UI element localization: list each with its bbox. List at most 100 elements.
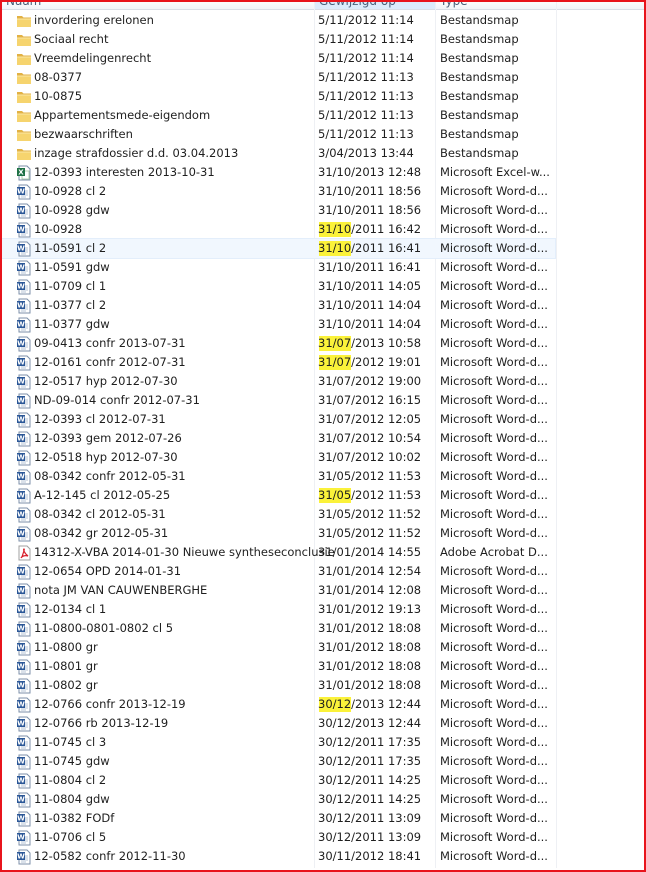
file-modified-date: 31/05/2012 11:53 — [318, 488, 422, 502]
file-type: Microsoft Word-d... — [440, 811, 548, 825]
file-row[interactable]: W A-12-145 cl 2012-05-25 31/05/2012 11:53 M… — [2, 486, 644, 505]
word-icon: W — [16, 754, 32, 770]
file-row[interactable]: W 11-0804 cl 2 30/12/2011 14:25 Microsoft W… — [2, 771, 644, 790]
svg-text:W: W — [17, 188, 25, 196]
file-type: Microsoft Word-d... — [440, 678, 548, 692]
file-row[interactable]: W 11-0801 gr 31/01/2012 18:08 Microsoft Wor… — [2, 657, 644, 676]
file-row[interactable]: W 12-0517 hyp 2012-07-30 31/07/2012 19:00 M… — [2, 372, 644, 391]
file-name: 11-0800-0801-0802 cl 5 — [34, 621, 174, 635]
file-row[interactable]: W 12-0582 confr 2012-11-30 30/11/2012 18:4… — [2, 847, 644, 866]
file-row[interactable]: X 12-0393 interesten 2013-10-31 31/10/2013… — [2, 163, 644, 182]
file-name: 10-0928 — [34, 222, 83, 236]
file-row[interactable]: W 11-0802 gr 31/01/2012 18:08 Microsoft Wor… — [2, 676, 644, 695]
svg-text:W: W — [17, 416, 25, 424]
file-row[interactable]: W 08-0342 cl 2012-05-31 31/05/2012 11:52 Mi… — [2, 505, 644, 524]
file-name: 11-0709 cl 1 — [34, 279, 107, 293]
file-row[interactable]: Wnota JM VAN CAUWENBERGHE 31/01/2014 12:0… — [2, 581, 644, 600]
file-row[interactable]: W 10-0928 gdw 31/10/2011 18:56 Microsoft Wo… — [2, 201, 644, 220]
file-modified-date: 30/12/2011 14:25 — [318, 792, 422, 806]
file-row[interactable]: W 11-0377 gdw 31/10/2011 14:04 Microsoft Wo… — [2, 315, 644, 334]
file-name: 11-0804 gdw — [34, 792, 110, 806]
file-name: invordering erelonen — [34, 13, 154, 27]
file-name: 11-0591 gdw — [34, 260, 110, 274]
file-row[interactable]: W 11-0382 FODf 30/12/2011 13:09 Microsoft W… — [2, 809, 644, 828]
folder-icon — [16, 70, 32, 86]
file-row[interactable]: Sociaal recht 5/11/2012 11:14 Bestandsmap — [2, 30, 644, 49]
column-date-header[interactable]: Gewijzigd op — [315, 0, 435, 9]
folder-icon — [16, 51, 32, 67]
svg-text:W: W — [17, 397, 25, 405]
svg-text:W: W — [17, 264, 25, 272]
file-row[interactable]: W 08-0342 gr 2012-05-31 31/05/2012 11:52 Mi… — [2, 524, 644, 543]
word-icon: W — [16, 184, 32, 200]
word-icon: W — [16, 241, 32, 257]
file-name: 10-0875 — [34, 89, 83, 103]
file-modified-date: 31/10/2011 18:56 — [318, 203, 422, 217]
column-name-header[interactable]: Naam — [2, 0, 314, 9]
file-row[interactable]: W 11-0591 gdw 31/10/2011 16:41 Microsoft Wo… — [2, 258, 644, 277]
file-row[interactable]: W 11-0591 cl 2 31/10/2011 16:41 Microsoft W… — [1, 238, 556, 259]
file-row[interactable]: W 10-0928 cl 2 31/10/2011 18:56 Microsoft W… — [2, 182, 644, 201]
file-row[interactable]: Vreemdelingenrecht 5/11/2012 11:14 Bestand… — [2, 49, 644, 68]
file-row[interactable]: W 12-0393 cl 2012-07-31 31/07/2012 12:05 Mi… — [2, 410, 644, 429]
file-name: 11-0382 FODf — [34, 811, 115, 825]
file-row[interactable]: Appartementsmede-eigendom 5/11/2012 11:13… — [2, 106, 644, 125]
file-row[interactable]: W 12-0766 rb 2013-12-19 30/12/2013 12:44 Mi… — [2, 714, 644, 733]
svg-text:W: W — [17, 815, 25, 823]
file-modified-date: 3/04/2013 13:44 — [318, 146, 414, 160]
svg-text:W: W — [17, 245, 25, 253]
file-modified-date: 5/11/2012 11:14 — [318, 51, 414, 65]
file-modified-date: 31/10/2013 12:48 — [318, 165, 422, 179]
folder-icon — [16, 13, 32, 29]
file-name: 12-0393 cl 2012-07-31 — [34, 412, 166, 426]
file-row[interactable]: bezwaarschriften 5/11/2012 11:13 Bestandsm… — [2, 125, 644, 144]
file-row[interactable]: W ND-09-014 confr 2012-07-31 31/07/2012 16… — [2, 391, 644, 410]
svg-text:W: W — [17, 568, 25, 576]
file-row[interactable]: W 11-0745 cl 3 30/12/2011 17:35 Microsoft W… — [2, 733, 644, 752]
file-row[interactable]: W 11-0800-0801-0802 cl 5 31/01/2012 18:08 M… — [2, 619, 644, 638]
file-row[interactable]: 10-0875 5/11/2012 11:13 Bestandsmap — [2, 87, 644, 106]
column-type-header[interactable]: Type — [436, 0, 556, 9]
file-modified-date: 31/07/2012 16:15 — [318, 393, 422, 407]
file-row[interactable]: W 12-0393 gem 2012-07-26 31/07/2012 10:54 M… — [2, 429, 644, 448]
file-row[interactable]: W 11-0804 gdw 30/12/2011 14:25 Microsoft Wo… — [2, 790, 644, 809]
file-row[interactable]: W 12-0766 confr 2013-12-19 30/12/2013 12:4… — [2, 695, 644, 714]
file-modified-date: 31/10/2011 14:05 — [318, 279, 422, 293]
file-type: Microsoft Word-d... — [440, 374, 548, 388]
file-type: Microsoft Word-d... — [440, 564, 548, 578]
svg-text:W: W — [17, 834, 25, 842]
file-row[interactable]: W 12-0518 hyp 2012-07-30 31/07/2012 10:02 M… — [2, 448, 644, 467]
file-modified-date: 31/10/2011 16:42 — [318, 222, 422, 236]
file-row[interactable]: 08-0377 5/11/2012 11:13 Bestandsmap — [2, 68, 644, 87]
svg-text:W: W — [17, 796, 25, 804]
file-row[interactable]: W 11-0377 cl 2 31/10/2011 14:04 Microsoft W… — [2, 296, 644, 315]
file-type: Bestandsmap — [440, 108, 519, 122]
file-name: 12-0766 confr 2013-12-19 — [34, 697, 186, 711]
file-name: bezwaarschriften — [34, 127, 133, 141]
svg-text:W: W — [17, 587, 25, 595]
file-modified-date: 31/07/2012 19:01 — [318, 355, 422, 369]
file-modified-date: 31/10/2011 16:41 — [318, 241, 422, 255]
file-row[interactable]: W 12-0654 OPD 2014-01-31 31/01/2014 12:54 M… — [2, 562, 644, 581]
file-row[interactable]: W 10-0928 31/10/2011 16:42 Microsoft Word-d… — [2, 220, 644, 239]
file-row[interactable]: inzage strafdossier d.d. 03.04.2013 3/04/… — [2, 144, 644, 163]
file-row[interactable]: W 11-0706 cl 5 30/12/2011 13:09 Microsoft W… — [2, 828, 644, 847]
file-row[interactable]: W 08-0342 confr 2012-05-31 31/05/2012 11:5… — [2, 467, 644, 486]
file-row[interactable]: W 12-0134 cl 1 31/01/2012 19:13 Microsoft W… — [2, 600, 644, 619]
file-name: 08-0377 — [34, 70, 83, 84]
file-row[interactable]: W 11-0800 gr 31/01/2012 18:08 Microsoft Wor… — [2, 638, 644, 657]
file-row[interactable]: W 11-0745 gdw 30/12/2011 17:35 Microsoft Wo… — [2, 752, 644, 771]
file-type: Microsoft Word-d... — [440, 317, 548, 331]
file-type: Microsoft Word-d... — [440, 412, 548, 426]
file-name: Vreemdelingenrecht — [34, 51, 152, 65]
file-type: Microsoft Word-d... — [440, 431, 548, 445]
file-row[interactable]: 14312-X-VBA 2014-01-30 Nieuwe syntheseco… — [2, 543, 644, 562]
word-icon: W — [16, 602, 32, 618]
file-row[interactable]: W 12-0161 confr 2012-07-31 31/07/2012 19:0… — [2, 353, 644, 372]
svg-text:W: W — [17, 207, 25, 215]
file-row[interactable]: W 09-0413 confr 2013-07-31 31/07/2013 10:5… — [2, 334, 644, 353]
file-row[interactable]: invordering erelonen 5/11/2012 11:14 Besta… — [2, 11, 644, 30]
file-row[interactable]: W 11-0709 cl 1 31/10/2011 14:05 Microsoft W… — [2, 277, 644, 296]
file-modified-date: 31/01/2014 12:08 — [318, 583, 422, 597]
word-icon: W — [16, 450, 32, 466]
